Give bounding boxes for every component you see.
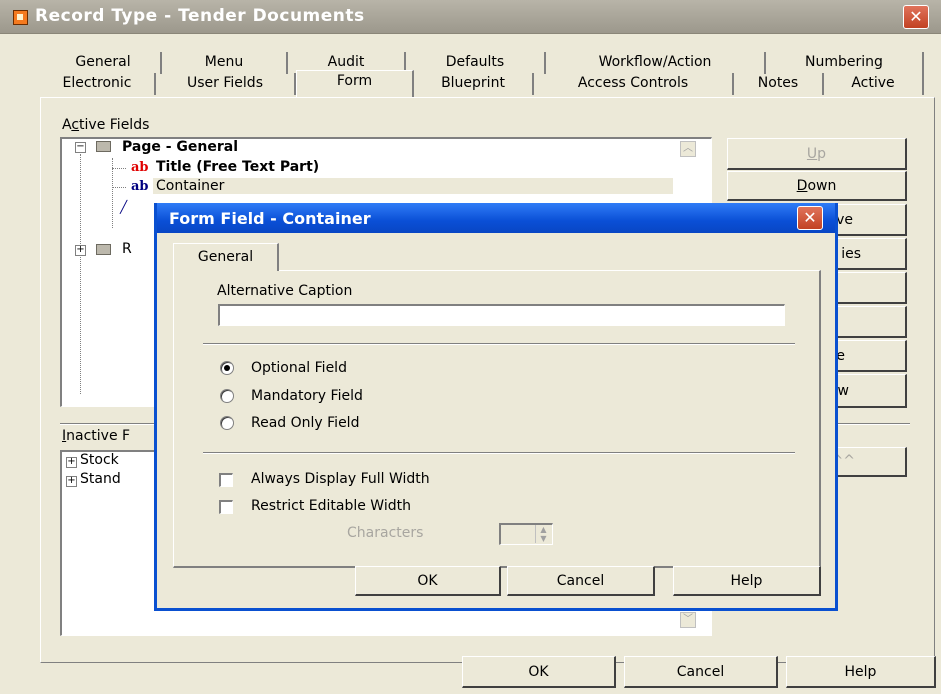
inactive-fields-label: Inactive F [62,428,131,444]
dialog-close-button[interactable]: ✕ [797,206,823,230]
tree-connector [112,187,126,188]
up-button[interactable]: Up [727,138,907,170]
form-field-dialog[interactable]: Form Field - Container ✕ General Alterna… [154,203,838,611]
tab-label: Menu [204,54,244,70]
dialog-ok-button[interactable]: OK [355,566,501,596]
tree-item-page-general[interactable]: Page - General [122,139,238,155]
tab-label: Blueprint [441,75,505,91]
tab-workflow-action[interactable]: Workflow/Action [546,52,766,74]
tab-label: Access Controls [577,75,689,91]
mandatory-field-label: Mandatory Field [251,388,363,404]
ok-button[interactable]: OK [462,656,616,688]
read-only-field-radio[interactable] [220,416,234,430]
tab-label: General [75,54,131,70]
restrict-editable-width-checkbox[interactable] [219,500,233,514]
tab-numbering[interactable]: Numbering [766,52,924,74]
tab-electronic[interactable]: Electronic [40,73,156,95]
separator [203,343,795,345]
tree-item-stand[interactable]: Stand [80,471,121,487]
scroll-down-icon[interactable]: ﹀ [680,612,696,628]
text-field-icon: ab [131,160,149,175]
always-display-full-width-checkbox[interactable] [219,473,233,487]
expand-icon[interactable]: + [75,245,86,256]
tab-label: Notes [757,75,799,91]
tab-label: Workflow/Action [598,54,712,70]
tab-label: User Fields [187,75,263,91]
scroll-up-icon[interactable]: ︿ [680,141,696,157]
collapse-icon[interactable]: − [75,142,86,153]
tree-item-container[interactable]: Container [153,178,673,194]
separator [203,452,795,454]
help-button[interactable]: Help [786,656,936,688]
close-icon: ✕ [909,7,923,26]
tab-notes[interactable]: Notes [734,73,824,95]
close-icon: ✕ [803,208,817,227]
dialog-tab-general[interactable]: General [173,243,279,271]
tab-general[interactable]: General [46,52,162,74]
dialog-title-bar[interactable]: Form Field - Container ✕ [157,203,835,233]
tree-connector [80,154,81,394]
tab-access-controls[interactable]: Access Controls [534,73,734,95]
down-button[interactable]: Down [727,171,907,201]
dialog-cancel-button[interactable]: Cancel [507,566,655,596]
always-display-full-width-label: Always Display Full Width [251,471,430,487]
optional-field-radio[interactable] [220,361,234,375]
tab-label: Active [851,75,895,91]
tab-menu[interactable]: Menu [162,52,288,74]
active-fields-label: Active Fields [62,117,150,133]
app-icon [13,10,28,25]
tab-blueprint[interactable]: Blueprint [414,73,534,95]
tab-label: Defaults [445,54,505,70]
characters-spinner[interactable]: ▲ ▼ [499,523,553,545]
tab-label: Form [336,73,373,89]
window-title: Record Type - Tender Documents [35,6,365,26]
tab-label: Audit [327,54,365,70]
folder-icon [96,244,111,255]
optional-field-label: Optional Field [251,360,347,376]
tab-label: General [197,249,254,265]
tab-label: Electronic [62,75,132,91]
tree-item-stock[interactable]: Stock [80,452,119,468]
cancel-button[interactable]: Cancel [624,656,778,688]
spinner-arrows-icon[interactable]: ▲ ▼ [535,525,551,543]
tab-form[interactable]: Form [296,70,414,98]
tab-label: Numbering [805,54,883,70]
mandatory-field-radio[interactable] [220,389,234,403]
characters-label: Characters [347,525,424,541]
read-only-field-label: Read Only Field [251,415,360,431]
tab-defaults[interactable]: Defaults [406,52,546,74]
window-title-bar[interactable]: Record Type - Tender Documents ✕ [0,0,941,34]
expand-icon[interactable]: + [66,476,77,487]
tree-item-r[interactable]: R [122,241,132,257]
tree-item-title[interactable]: Title (Free Text Part) [156,159,319,175]
tree-connector [112,168,126,169]
dialog-help-button[interactable]: Help [673,566,821,596]
close-button[interactable]: ✕ [903,5,929,29]
text-field-icon: ab [131,179,149,194]
folder-icon [96,141,111,152]
alternative-caption-label: Alternative Caption [217,283,353,299]
tab-user-fields[interactable]: User Fields [156,73,296,95]
tab-active[interactable]: Active [824,73,924,95]
dialog-title: Form Field - Container [169,209,371,228]
line-icon: ╱ [120,200,128,214]
alternative-caption-input[interactable] [218,304,785,326]
restrict-editable-width-label: Restrict Editable Width [251,498,411,514]
expand-icon[interactable]: + [66,457,77,468]
